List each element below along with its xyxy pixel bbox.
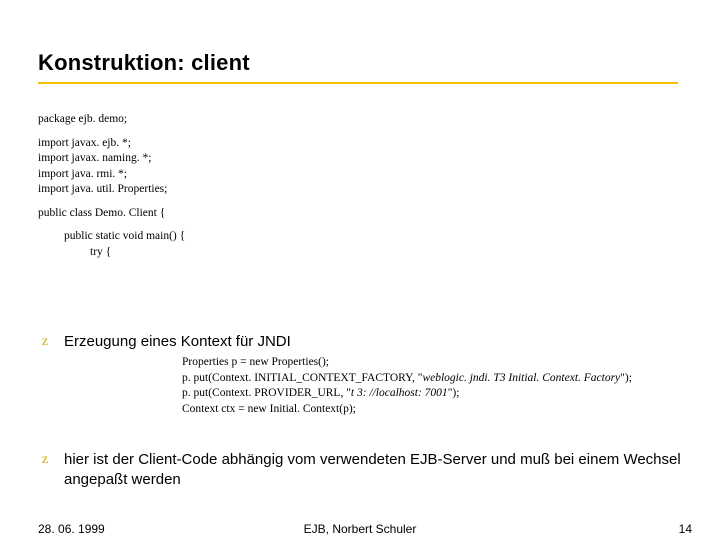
code-line: package ejb. demo; (38, 112, 185, 128)
slide-title: Konstruktion: client (38, 50, 250, 76)
code-line: Context ctx = new Initial. Context(p); (182, 402, 632, 418)
bullet-item: z hier ist der Client-Code abhängig vom … (38, 450, 684, 489)
title-underline (38, 82, 678, 84)
code-line: import java. util. Properties; (38, 182, 185, 198)
code-line: Properties p = new Properties(); (182, 355, 632, 371)
code-block-sub: Properties p = new Properties(); p. put(… (182, 355, 632, 417)
bullet-text: hier ist der Client-Code abhängig vom ve… (64, 450, 684, 489)
code-line: public static void main() { (64, 229, 185, 245)
code-line: p. put(Context. INITIAL_CONTEXT_FACTORY,… (182, 371, 632, 387)
code-line: import javax. naming. *; (38, 151, 185, 167)
code-line: try { (90, 245, 185, 261)
bullet-icon: z (38, 332, 52, 351)
code-line: import java. rmi. *; (38, 167, 185, 183)
bullet-item: z Erzeugung eines Kontext für JNDI (38, 332, 291, 352)
code-line: import javax. ejb. *; (38, 136, 185, 152)
bullet-text: Erzeugung eines Kontext für JNDI (64, 332, 291, 352)
code-line: public class Demo. Client { (38, 206, 185, 222)
footer-page-number: 14 (679, 522, 692, 536)
code-line: p. put(Context. PROVIDER_URL, "t 3: //lo… (182, 386, 632, 402)
code-block-top: package ejb. demo; import javax. ejb. *;… (38, 112, 185, 260)
footer-center: EJB, Norbert Schuler (0, 522, 720, 536)
bullet-icon: z (38, 450, 52, 469)
